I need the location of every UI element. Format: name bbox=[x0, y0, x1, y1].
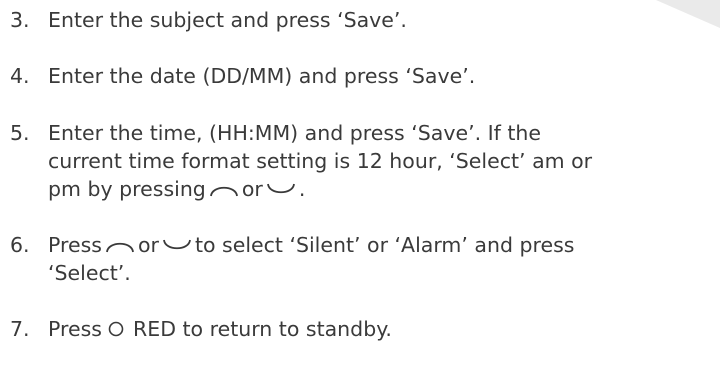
step-text-line: ‘Select’. bbox=[48, 261, 131, 285]
up-arc-icon bbox=[209, 183, 239, 197]
step-text: Enter the time, (HH:MM) and press ‘Save’… bbox=[48, 119, 715, 203]
step-text-fragment: or bbox=[137, 233, 159, 257]
down-arc-icon bbox=[266, 183, 296, 197]
step-text-fragment: to select ‘Silent’ or ‘Alarm’ and press bbox=[194, 233, 575, 257]
step-number: 3. bbox=[10, 8, 30, 32]
step-number: 4. bbox=[10, 64, 30, 88]
step-text-line: current time format setting is 12 hour, … bbox=[48, 149, 593, 173]
down-arc-icon bbox=[162, 239, 192, 253]
step-text-fragment: Press bbox=[48, 317, 102, 341]
step-text: Press RED to return to standby. bbox=[48, 315, 715, 343]
step-number: 6. bbox=[10, 233, 30, 257]
red-button-icon bbox=[108, 321, 124, 337]
step-text: Enter the date (DD/MM) and press ‘Save’. bbox=[48, 64, 476, 88]
step-text-fragment: or bbox=[241, 177, 263, 201]
step-text-fragment: pm by pressing bbox=[48, 177, 206, 201]
step-text: Enter the subject and press ‘Save’. bbox=[48, 8, 407, 32]
step-text-line: pm by pressing or. bbox=[48, 175, 715, 203]
step-text-fragment: RED to return to standby. bbox=[133, 317, 392, 341]
step-text-fragment: Press bbox=[48, 233, 102, 257]
up-arc-icon bbox=[105, 239, 135, 253]
step-text: Press or to select ‘Silent’ or ‘Alarm’ and… bbox=[48, 231, 715, 287]
step-text-fragment: . bbox=[298, 177, 306, 201]
step-text-line: Press or to select ‘Silent’ or ‘Alarm’ and… bbox=[48, 231, 715, 259]
step-number: 5. bbox=[10, 121, 30, 145]
step-number: 7. bbox=[10, 317, 30, 341]
step-text-line: Enter the time, (HH:MM) and press ‘Save’… bbox=[48, 121, 542, 145]
step-text-line: Press RED to return to standby. bbox=[48, 315, 715, 343]
